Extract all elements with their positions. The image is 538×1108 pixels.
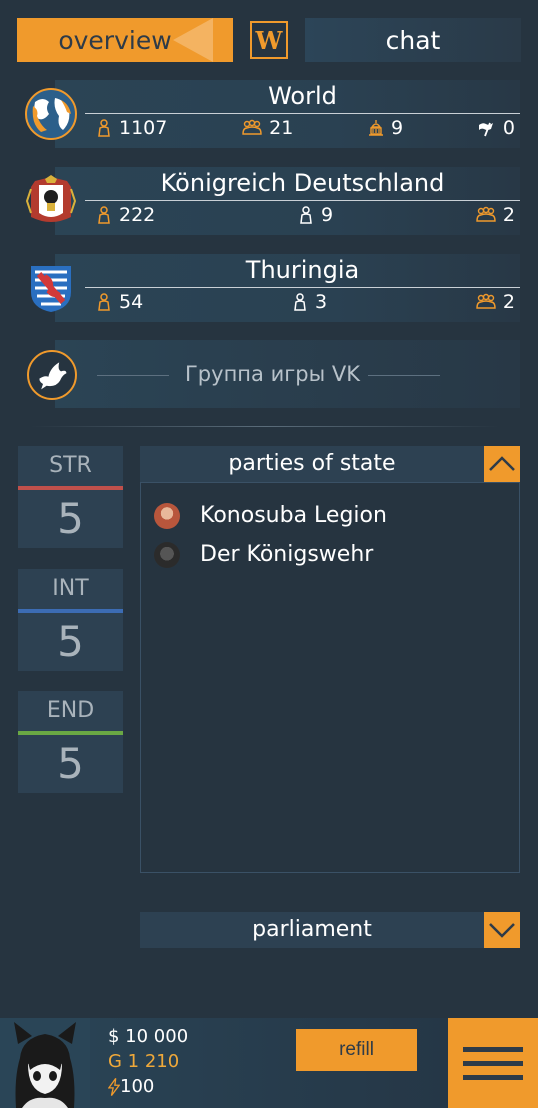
world-globe-icon bbox=[25, 88, 77, 140]
parties-header[interactable]: parties of state bbox=[140, 446, 520, 482]
parties-title: parties of state bbox=[228, 451, 396, 476]
vk-group-label: Группа игры VK bbox=[185, 362, 360, 386]
section-divider bbox=[30, 426, 500, 427]
stat-residents: 222 bbox=[95, 204, 155, 226]
attribute-str: STR 5 bbox=[18, 446, 123, 548]
stat-groups: 2 bbox=[475, 291, 515, 313]
party-item[interactable]: Der Königswehr bbox=[141, 535, 519, 574]
region-thuringia[interactable]: Thuringia 54 3 2 bbox=[25, 254, 520, 322]
stat-value: 1107 bbox=[119, 117, 168, 139]
avatar[interactable] bbox=[0, 1018, 90, 1108]
region-world[interactable]: World 1107 21 9 0 bbox=[25, 80, 520, 148]
menu-button[interactable] bbox=[448, 1018, 538, 1108]
capitol-icon bbox=[369, 120, 384, 136]
stat-value: 222 bbox=[119, 204, 156, 226]
residents-icon bbox=[98, 206, 110, 224]
group-icon bbox=[242, 119, 262, 135]
stat-groups: 21 bbox=[241, 117, 293, 139]
stat-value: 9 bbox=[321, 204, 334, 226]
stat-residents: 54 bbox=[95, 291, 143, 313]
attribute-value: 5 bbox=[57, 739, 84, 788]
region-name: Thuringia bbox=[245, 256, 360, 284]
stat-groups: 2 bbox=[475, 204, 515, 226]
attribute-name: END bbox=[46, 698, 95, 723]
attribute-value: 5 bbox=[57, 494, 84, 543]
residents-icon bbox=[98, 119, 110, 137]
group-icon bbox=[476, 293, 496, 309]
citizen-icon bbox=[300, 206, 312, 224]
chevron-up-icon bbox=[489, 456, 515, 471]
war-flag-icon bbox=[478, 122, 493, 137]
stat-value: 21 bbox=[269, 117, 294, 139]
expand-button[interactable] bbox=[484, 912, 520, 948]
region-divider bbox=[85, 113, 520, 114]
wiki-icon: W bbox=[255, 25, 283, 55]
party-logo bbox=[154, 502, 180, 529]
attribute-end: END 5 bbox=[18, 691, 123, 793]
stat-value: 2 bbox=[502, 204, 515, 226]
region-name: Königreich Deutschland bbox=[160, 169, 445, 197]
stat-value: 54 bbox=[119, 291, 144, 313]
chevron-down-icon bbox=[489, 923, 515, 938]
gold-amount: G 1 210 bbox=[108, 1051, 180, 1072]
wiki-button[interactable]: W bbox=[250, 21, 288, 59]
stat-value: 0 bbox=[502, 117, 515, 139]
region-divider bbox=[85, 200, 520, 201]
parties-list: Konosuba Legion Der Königswehr bbox=[140, 482, 520, 873]
collapse-button[interactable] bbox=[484, 446, 520, 482]
dove-icon bbox=[27, 350, 77, 400]
attribute-name: STR bbox=[49, 453, 92, 478]
stat-value: 2 bbox=[502, 291, 515, 313]
party-name: Der Königswehr bbox=[200, 542, 374, 567]
tab-overview-label: overview bbox=[58, 25, 172, 55]
stat-value: 9 bbox=[391, 117, 404, 139]
group-icon bbox=[476, 206, 496, 222]
hamburger-icon-bar bbox=[463, 1060, 523, 1066]
parliament-title: parliament bbox=[252, 917, 372, 942]
party-name: Konosuba Legion bbox=[200, 503, 387, 528]
citizen-icon bbox=[294, 293, 306, 311]
stat-residents: 1107 bbox=[95, 117, 167, 139]
stat-citizens: 3 bbox=[291, 291, 327, 313]
lightning-icon bbox=[108, 1077, 120, 1096]
vk-group-link[interactable]: Группа игры VK bbox=[25, 340, 520, 408]
parliament-header[interactable]: parliament bbox=[140, 912, 520, 948]
thuringia-flag-icon bbox=[31, 266, 71, 312]
attribute-value: 5 bbox=[57, 617, 84, 666]
stat-wars: 0 bbox=[477, 117, 515, 139]
stat-value: 3 bbox=[315, 291, 328, 313]
cash-amount: $ 10 000 bbox=[108, 1026, 189, 1047]
residents-icon bbox=[98, 293, 110, 311]
hamburger-icon-bar bbox=[463, 1046, 523, 1052]
footer-bar: $ 10 000 G 1 210 100 refill bbox=[0, 1018, 538, 1108]
tab-chat-label: chat bbox=[385, 25, 441, 55]
hamburger-icon-bar bbox=[463, 1074, 523, 1080]
energy-amount: 100 bbox=[120, 1076, 155, 1097]
region-koenigreich-deutschland[interactable]: Königreich Deutschland 222 9 2 bbox=[25, 167, 520, 235]
stat-citizens: 9 bbox=[297, 204, 333, 226]
party-item[interactable]: Konosuba Legion bbox=[141, 496, 519, 535]
attribute-int: INT 5 bbox=[18, 569, 123, 671]
region-name: World bbox=[268, 82, 337, 110]
party-logo bbox=[154, 541, 180, 568]
tab-shine-decoration bbox=[173, 18, 213, 62]
refill-button[interactable]: refill bbox=[296, 1029, 417, 1071]
attribute-name: INT bbox=[52, 576, 89, 601]
tab-chat[interactable]: chat bbox=[305, 18, 521, 62]
energy-display: 100 bbox=[108, 1074, 188, 1099]
stat-capitals: 9 bbox=[367, 117, 403, 139]
tab-overview[interactable]: overview bbox=[17, 18, 233, 62]
coat-of-arms-icon bbox=[25, 175, 77, 222]
region-divider bbox=[85, 287, 520, 288]
